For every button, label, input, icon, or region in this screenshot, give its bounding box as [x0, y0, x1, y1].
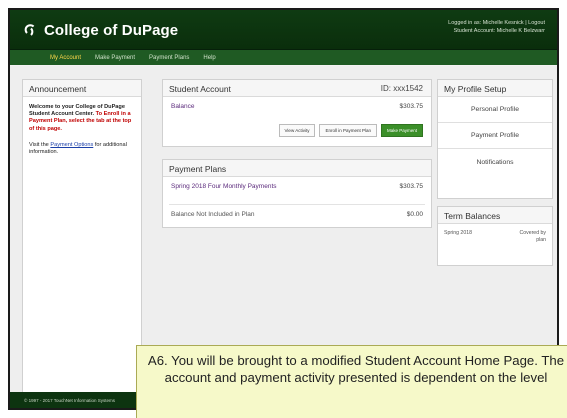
nav-my-account[interactable]: My Account: [50, 55, 81, 61]
not-included-amount: $0.00: [406, 211, 423, 218]
term-balances-panel: Term Balances Spring 2018 Covered by pla…: [437, 206, 553, 266]
instruction-callout: A6. You will be brought to a modified St…: [136, 345, 567, 418]
plan-row: Spring 2018 Four Monthly Payments $303.7…: [171, 183, 423, 190]
plan-divider: [169, 204, 425, 205]
plan-amount: $303.75: [399, 183, 424, 190]
announcement-title: Announcement: [23, 80, 141, 97]
callout-text: A6. You will be brought to a modified St…: [147, 353, 565, 385]
plan-name-link[interactable]: Spring 2018 Four Monthly Payments: [171, 183, 291, 190]
profile-setup-title: My Profile Setup: [438, 80, 552, 97]
nav-help[interactable]: Help: [203, 55, 215, 61]
balance-row: Balance $303.75: [171, 103, 423, 115]
logged-in-line[interactable]: Logged in as: Michelle Kesnick | Logout: [448, 19, 545, 27]
footer-copyright: © 1997 - 2017 TouchNet Information Syste…: [24, 398, 116, 403]
term-balances-title: Term Balances: [438, 207, 552, 224]
site-header: College of DuPage Logged in as: Michelle…: [10, 10, 557, 50]
logo-text: College of DuPage: [44, 21, 179, 39]
payment-options-link[interactable]: Payment Options: [50, 142, 93, 148]
term-name: Spring 2018: [444, 230, 472, 236]
payment-plans-title: Payment Plans: [163, 160, 431, 177]
payment-plans-panel: Payment Plans Spring 2018 Four Monthly P…: [162, 159, 432, 228]
notifications-link[interactable]: Notifications: [438, 149, 552, 175]
personal-profile-link[interactable]: Personal Profile: [438, 97, 552, 123]
student-id: ID: xxx1542: [380, 84, 423, 93]
not-included-row: Balance Not Included in Plan $0.00: [171, 211, 423, 218]
term-status: Covered by plan: [519, 230, 546, 243]
profile-setup-panel: My Profile Setup Personal Profile Paymen…: [437, 79, 553, 199]
make-payment-button[interactable]: Make Payment: [380, 124, 423, 137]
nav-payment-plans[interactable]: Payment Plans: [149, 55, 189, 61]
main-nav: My Account Make Payment Payment Plans He…: [10, 50, 557, 65]
student-account-line: Student Account: Michelle K Belzwarr: [453, 28, 545, 34]
announcement-panel: Announcement Welcome to your College of …: [22, 79, 142, 401]
site-logo[interactable]: College of DuPage: [24, 22, 178, 39]
student-account-panel: Student Account ID: xxx1542 Balance $303…: [162, 79, 432, 147]
view-activity-button[interactable]: View Activity: [278, 124, 316, 137]
balance-link[interactable]: Balance: [171, 103, 195, 110]
not-included-label: Balance Not Included in Plan: [171, 211, 255, 218]
term-row: Spring 2018 Covered by plan: [444, 230, 546, 243]
nav-make-payment[interactable]: Make Payment: [95, 55, 135, 61]
cod-logo-icon: [24, 23, 38, 37]
balance-amount: $303.75: [399, 103, 424, 110]
account-actions: View Activity Enroll in Payment Plan Mak…: [278, 124, 423, 137]
enroll-payment-plan-button[interactable]: Enroll in Payment Plan: [319, 124, 377, 137]
announcement-visit-prefix: Visit the: [29, 141, 49, 148]
user-info: Logged in as: Michelle Kesnick | Logout …: [448, 19, 545, 35]
payment-profile-link[interactable]: Payment Profile: [438, 123, 552, 149]
